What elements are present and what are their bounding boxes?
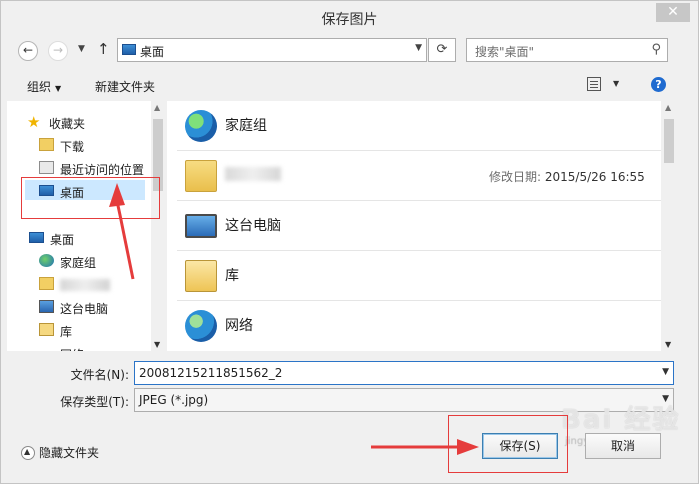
chevron-up-icon	[21, 446, 35, 460]
file-name	[225, 167, 281, 181]
list-item[interactable]: 家庭组	[177, 101, 665, 151]
sidebar-item-favorites[interactable]: ★ 收藏夹	[7, 112, 152, 132]
file-name: 库	[225, 268, 239, 284]
filetype-value: JPEG (*.jpg)	[139, 393, 209, 407]
library-icon	[39, 323, 54, 336]
network-icon	[39, 346, 54, 351]
recent-places-icon	[39, 161, 54, 174]
toolbar: 组织 ▼ 新建文件夹 ▼ ?	[2, 71, 699, 99]
file-list-scrollbar[interactable]: ▲ ▼	[661, 101, 677, 351]
sidebar-item-homegroup[interactable]: 家庭组	[7, 251, 152, 271]
scroll-down-icon[interactable]: ▼	[154, 340, 160, 349]
sidebar-item-label: 这台电脑	[60, 302, 109, 316]
annotation-box-save	[448, 415, 568, 473]
organize-label: 组织	[27, 80, 52, 94]
filename-label: 文件名(N):	[70, 368, 129, 382]
sidebar-item-label: 收藏夹	[49, 117, 86, 131]
address-location: 桌面	[140, 45, 165, 59]
sidebar-item-recent[interactable]: 最近访问的位置	[7, 158, 152, 178]
view-dropdown-icon[interactable]: ▼	[613, 79, 619, 88]
sidebar-item-label: 桌面	[50, 233, 75, 247]
chevron-down-icon[interactable]: ▼	[662, 394, 669, 404]
filetype-select[interactable]: JPEG (*.jpg) ▼	[134, 388, 674, 412]
computer-icon	[185, 214, 217, 238]
sidebar-item-label: 网络	[60, 346, 84, 351]
save-dialog: 保存图片 ✕ ← → ▼ ↑ 桌面 ▼ ⟳ 搜索"桌面" ⚲ 组织 ▼ 新建文件夹…	[0, 0, 699, 484]
filename-field[interactable]: 20081215211851562_2 ▼	[134, 361, 674, 385]
search-placeholder: 搜索"桌面"	[475, 45, 535, 59]
annotation-box-desktop	[21, 177, 160, 219]
navigation-scrollbar[interactable]: ▲ ▼	[151, 101, 165, 351]
scrollbar-thumb[interactable]	[664, 119, 674, 163]
sidebar-item-label: 最近访问的位置	[60, 163, 145, 177]
window-title: 保存图片	[321, 12, 378, 28]
view-options-icon[interactable]	[587, 77, 601, 91]
chevron-down-icon: ▼	[55, 84, 62, 93]
sidebar-item-label	[60, 279, 110, 291]
user-folder-icon	[39, 277, 54, 290]
star-icon: ★	[27, 113, 41, 131]
help-icon[interactable]: ?	[651, 77, 666, 92]
sidebar-item-downloads[interactable]: 下载	[7, 135, 152, 155]
user-folder-icon	[185, 160, 217, 192]
sidebar-item-libraries[interactable]: 库	[7, 320, 152, 340]
homegroup-icon	[39, 254, 54, 267]
scroll-down-icon[interactable]: ▼	[665, 340, 671, 349]
desktop-icon	[29, 232, 44, 243]
scroll-up-icon[interactable]: ▲	[154, 103, 160, 112]
sidebar-item-label: 家庭组	[60, 256, 97, 270]
up-folder-button[interactable]: ↑	[97, 40, 110, 58]
desktop-icon	[122, 44, 136, 55]
close-button[interactable]: ✕	[656, 3, 690, 22]
hide-folders-label: 隐藏文件夹	[39, 446, 100, 460]
network-icon	[185, 310, 217, 342]
filetype-label: 保存类型(T):	[60, 395, 129, 409]
scroll-up-icon[interactable]: ▲	[665, 103, 671, 112]
search-icon[interactable]: ⚲	[651, 42, 661, 57]
homegroup-icon	[185, 110, 217, 142]
list-item[interactable]: 库	[177, 251, 665, 301]
sidebar-item-desktop[interactable]: 桌面	[7, 228, 152, 248]
recent-locations-dropdown-icon[interactable]: ▼	[78, 44, 85, 54]
search-input[interactable]: 搜索"桌面" ⚲	[466, 38, 668, 62]
filename-value: 20081215211851562_2	[139, 366, 283, 380]
address-bar[interactable]: 桌面 ▼	[117, 38, 427, 62]
hide-folders-toggle[interactable]: 隐藏文件夹	[21, 444, 99, 461]
download-folder-icon	[39, 138, 54, 151]
file-list[interactable]: 家庭组 修改日期: 2015/5/26 16:55 这台电脑 库 网络	[167, 101, 677, 351]
computer-icon	[39, 300, 54, 313]
list-item[interactable]: 这台电脑	[177, 201, 665, 251]
sidebar-item-label: 下载	[60, 140, 85, 154]
file-name: 家庭组	[225, 118, 267, 134]
cancel-button[interactable]: 取消	[585, 433, 661, 459]
organize-menu[interactable]: 组织 ▼	[27, 78, 61, 95]
title-bar: 保存图片 ✕	[1, 1, 698, 33]
forward-button[interactable]: →	[48, 41, 68, 61]
navigation-pane[interactable]: ★ 收藏夹 下载 最近访问的位置 桌面 桌面 家庭组 这台电脑 库 ▲ ▼	[7, 101, 165, 351]
library-icon	[185, 260, 217, 292]
list-item[interactable]: 网络	[177, 301, 665, 351]
new-folder-button[interactable]: 新建文件夹	[95, 78, 155, 95]
modified-label: 修改日期:	[489, 170, 542, 184]
file-name: 网络	[225, 318, 253, 334]
modified-date: 2015/5/26 16:55	[544, 170, 645, 184]
sidebar-item-label: 库	[60, 325, 73, 339]
refresh-button[interactable]: ⟳	[428, 38, 456, 62]
file-modified: 修改日期: 2015/5/26 16:55	[489, 168, 645, 185]
sidebar-item-user[interactable]	[7, 274, 152, 294]
back-button[interactable]: ←	[18, 41, 38, 61]
list-item[interactable]: 修改日期: 2015/5/26 16:55	[177, 151, 665, 201]
file-name: 这台电脑	[225, 218, 281, 234]
sidebar-item-this-pc[interactable]: 这台电脑	[7, 297, 152, 317]
sidebar-item-network[interactable]: 网络	[7, 343, 152, 351]
address-dropdown-icon[interactable]: ▼	[415, 43, 422, 53]
chevron-down-icon[interactable]: ▼	[662, 367, 669, 377]
